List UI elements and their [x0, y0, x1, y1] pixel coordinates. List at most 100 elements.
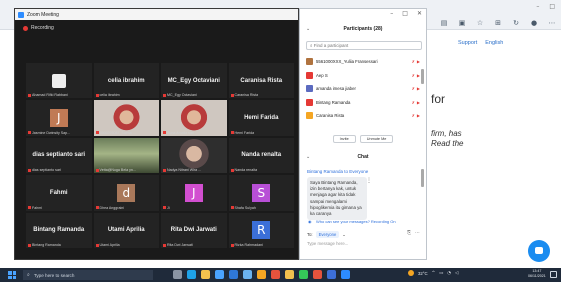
video-grid: Ahamad Rifki Rabbani celia ibrahim celia i… — [26, 63, 294, 248]
collections-icon[interactable]: ⊞ — [493, 19, 503, 27]
taskbar: ⌕ Type here to search 32°C ^ ▭ ◔ ◁ 13:47… — [0, 268, 561, 282]
office-icon[interactable] — [271, 270, 280, 279]
mic-muted-icon — [28, 168, 31, 172]
whatsapp-icon[interactable] — [299, 270, 308, 279]
participant-label: Rizka Rahmadani — [230, 243, 263, 247]
participant-row[interactable]: Caranisa Rista ✗ ▶ — [306, 109, 420, 123]
chat-input[interactable]: Type message here... — [307, 241, 348, 246]
more-icon[interactable]: ⋯ — [547, 19, 557, 27]
minimize-icon[interactable]: – — [390, 10, 393, 17]
weather-icon[interactable] — [408, 270, 414, 276]
chat-scrollbar[interactable] — [421, 169, 424, 187]
chat-visibility-notice[interactable]: Who can see your messages? Recording On — [316, 219, 396, 224]
weather-text[interactable]: 32°C — [418, 271, 428, 276]
participant-video-tile[interactable]: Nadya Nitrani Wira ... — [161, 137, 227, 174]
mic-muted-icon: ✗ — [411, 99, 415, 105]
participant-video-tile[interactable]: celia ibrahim celia ibrahim — [93, 63, 159, 99]
participant-label: Ji — [163, 206, 170, 210]
volume-icon[interactable]: ◁ — [455, 271, 458, 276]
participant-video-tile[interactable]: Caranisa Rista Caranisa Rista — [228, 63, 294, 99]
zoom-window: Zoom Meeting Recording Ahamad Rifki Rabb… — [14, 8, 299, 260]
recipient-select[interactable]: Everyone — [315, 231, 340, 238]
notification-icon[interactable] — [550, 271, 557, 278]
participant-video-tile[interactable]: Rita Dwi Jarwati Rita Dwi Jarwati — [161, 212, 227, 248]
explorer-icon[interactable] — [201, 270, 210, 279]
participant-status: ✗ ▶ — [412, 59, 420, 64]
store-icon[interactable] — [215, 270, 224, 279]
minimize-icon[interactable]: – — [536, 3, 539, 10]
participant-label-text: Fahmi — [32, 205, 42, 210]
search-placeholder: Find a participant — [313, 43, 349, 48]
participant-label: 5566293087_Salma ... — [95, 131, 136, 135]
more-icon[interactable]: ⋯ — [415, 230, 420, 236]
page-links: Support English — [458, 40, 503, 46]
edge-icon[interactable] — [187, 270, 196, 279]
camera-off-icon: ▶ — [416, 113, 420, 119]
camera-off-icon: ▶ — [416, 99, 420, 105]
participant-video-tile[interactable]: Bintang Ramanda Bintang Ramanda — [26, 212, 92, 248]
participant-row[interactable]: amanda imesa jiaber ✗ ▶ — [306, 82, 420, 96]
chat-help-button[interactable] — [528, 240, 550, 262]
zoom-app-icon[interactable] — [341, 270, 350, 279]
maximize-icon[interactable]: □ — [402, 10, 408, 17]
task-view-icon[interactable] — [173, 270, 182, 279]
participant-search-input[interactable]: ⌕ Find a participant — [306, 41, 422, 50]
support-link[interactable]: Support — [458, 40, 477, 46]
language-link[interactable]: English — [485, 40, 503, 46]
participant-video-tile[interactable]: d Dhea Anggraini — [93, 175, 159, 211]
chevron-down-icon[interactable]: ⌄ — [342, 232, 346, 237]
mail-icon[interactable] — [229, 270, 238, 279]
participant-label: celia ibrahim — [95, 93, 120, 97]
app-icon[interactable] — [257, 270, 266, 279]
recording-indicator[interactable]: Recording — [23, 25, 54, 31]
participant-video-tile[interactable]: R Rizka Rahmadani — [228, 212, 294, 248]
file-icon[interactable]: ⎘ — [407, 230, 411, 236]
chrome-icon[interactable] — [313, 270, 322, 279]
taskbar-search[interactable]: ⌕ Type here to search — [23, 270, 153, 280]
participant-video-tile[interactable]: Ahamad Rifki Rabbani — [26, 63, 92, 99]
participant-video-tile[interactable]: Hemi Farida Hemi Farida — [228, 100, 294, 136]
reader-icon[interactable]: ▤ — [439, 19, 449, 27]
participant-video-tile[interactable]: J Jasmine Dwinsity Sap... — [26, 100, 92, 136]
participant-video-tile[interactable]: 5566293087_Salma ... — [93, 100, 159, 136]
zoom-title: Zoom Meeting — [27, 11, 59, 18]
chevron-up-icon[interactable]: ^ — [432, 271, 436, 276]
more-icon[interactable]: ⋮ — [366, 177, 372, 184]
maximize-icon[interactable]: □ — [549, 3, 555, 10]
warning-app-icon[interactable] — [285, 270, 294, 279]
participant-row[interactable]: 5561000XXX_Yuliia Fransessari ✗ ▶ — [306, 55, 420, 69]
participant-name: Hemi Farida — [244, 115, 279, 122]
participant-video-tile[interactable]: Suna Amalia sari — [161, 100, 227, 136]
participant-video-tile[interactable]: dias septianto sari dias septianto sari — [26, 137, 92, 174]
network-icon[interactable]: ◔ — [447, 271, 451, 276]
participant-video-tile[interactable]: J Ji — [161, 175, 227, 211]
participant-video-tile[interactable]: Fahmi Fahmi — [26, 175, 92, 211]
participant-video-tile[interactable]: Nanda renalta Nanda renalta — [228, 137, 294, 174]
close-icon[interactable]: ✕ — [417, 10, 422, 17]
participant-name: Bintang Ramanda — [33, 227, 85, 234]
system-clock[interactable]: 13:47 06/11/2021 — [528, 269, 546, 279]
participant-video-tile[interactable]: MC_Egy Octaviani MC_Egy Octaviani — [161, 63, 227, 99]
profile-icon[interactable]: ● — [529, 19, 539, 27]
participant-scrollbar[interactable] — [421, 69, 424, 84]
favorites-icon[interactable]: ☆ — [475, 19, 485, 27]
participant-video-tile[interactable]: S Shafa Sulyah — [228, 175, 294, 211]
participant-label: Caranisa Rista — [230, 93, 258, 97]
participant-label: Dhea Anggraini — [95, 206, 124, 210]
app-icon[interactable] — [327, 270, 336, 279]
battery-icon[interactable]: ▭ — [439, 271, 443, 276]
participant-label-text: Nanda renalta — [234, 168, 258, 173]
participant-video-tile[interactable]: Utami Aprilia Utami Aprilia — [93, 212, 159, 248]
refresh-icon[interactable]: ↻ — [511, 19, 521, 27]
mic-muted-icon — [28, 206, 31, 210]
participant-video-tile[interactable]: Vetta@Nuga Bela yn... — [93, 137, 159, 174]
participant-row[interactable]: Bintang Ramanda ✗ ▶ — [306, 96, 420, 110]
invite-button[interactable]: Invite — [332, 135, 356, 143]
avatar: S — [252, 183, 271, 202]
participant-row[interactable]: Aep S ✗ ▶ — [306, 69, 420, 83]
unmute-me-button[interactable]: Unmute Me — [359, 135, 394, 143]
app-icon[interactable] — [243, 270, 252, 279]
participant-label: Suna Amalia sari — [163, 131, 194, 135]
tab-icon[interactable]: ▣ — [457, 19, 467, 27]
windows-start-icon[interactable] — [8, 271, 16, 279]
